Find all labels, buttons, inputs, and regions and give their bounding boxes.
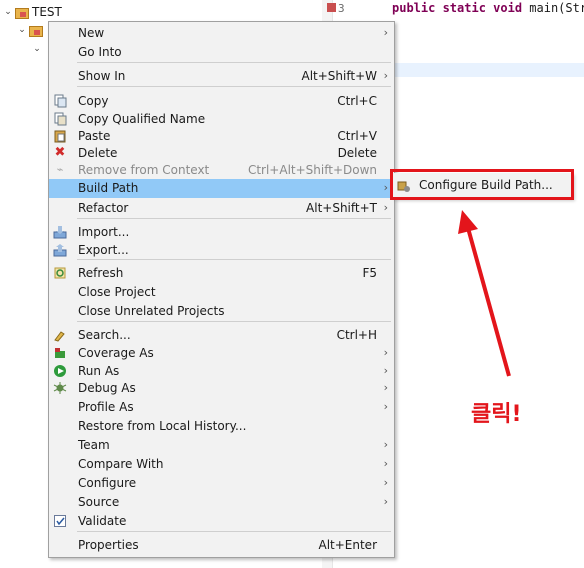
click-annotation: 클릭! [471, 402, 522, 427]
annotation-arrow [458, 210, 511, 377]
